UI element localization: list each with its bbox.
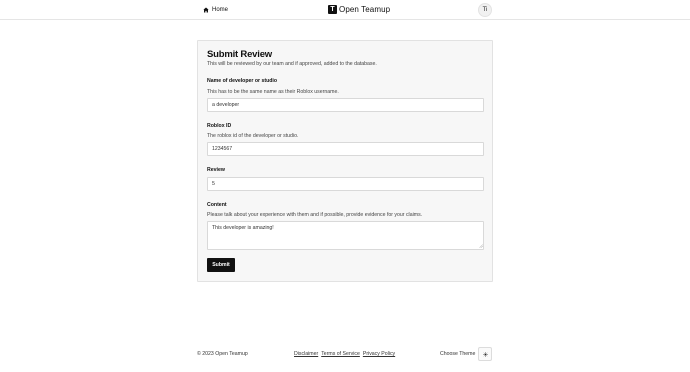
footer-links: Disclaimer Terms of Service Privacy Poli…: [294, 351, 395, 357]
sun-icon: [482, 351, 488, 357]
content-label: Content: [207, 202, 227, 208]
content-help: Please talk about your experience with t…: [207, 212, 423, 218]
disclaimer-link[interactable]: Disclaimer: [294, 351, 318, 357]
developer-name-help: This has to be the same name as their Ro…: [207, 89, 339, 95]
form-subtitle: This will be reviewed by our team and if…: [207, 61, 377, 67]
theme-toggle-button[interactable]: [478, 347, 492, 361]
home-icon: [203, 7, 209, 13]
roblox-id-input[interactable]: [207, 142, 484, 156]
submit-review-card: Submit Review This will be reviewed by o…: [197, 40, 493, 282]
review-label: Review: [207, 167, 225, 173]
brand-logo[interactable]: T Open Teamup: [328, 4, 390, 15]
content-textarea[interactable]: This developer is amazing!: [207, 221, 484, 250]
roblox-id-label: Roblox ID: [207, 123, 232, 129]
privacy-policy-link[interactable]: Privacy Policy: [363, 351, 395, 357]
roblox-id-help: The roblox id of the developer or studio…: [207, 133, 299, 139]
terms-of-service-link[interactable]: Terms of Service: [321, 351, 360, 357]
developer-name-label: Name of developer or studio: [207, 78, 278, 84]
home-link-label: Home: [212, 7, 229, 13]
developer-name-input[interactable]: [207, 98, 484, 112]
user-avatar-button[interactable]: Ti: [478, 3, 492, 17]
choose-theme-label: Choose Theme: [440, 351, 476, 357]
brand-mark: T: [328, 5, 337, 14]
form-title: Submit Review: [207, 49, 272, 60]
review-input[interactable]: [207, 177, 484, 191]
brand-name: Open Teamup: [339, 5, 391, 14]
footer-copyright: © 2023 Open Teamup: [197, 351, 248, 357]
home-link[interactable]: Home: [203, 5, 228, 15]
resize-handle-icon[interactable]: [479, 244, 483, 248]
top-navbar: Home T Open Teamup Ti: [0, 0, 690, 20]
submit-button[interactable]: Submit: [207, 258, 235, 272]
